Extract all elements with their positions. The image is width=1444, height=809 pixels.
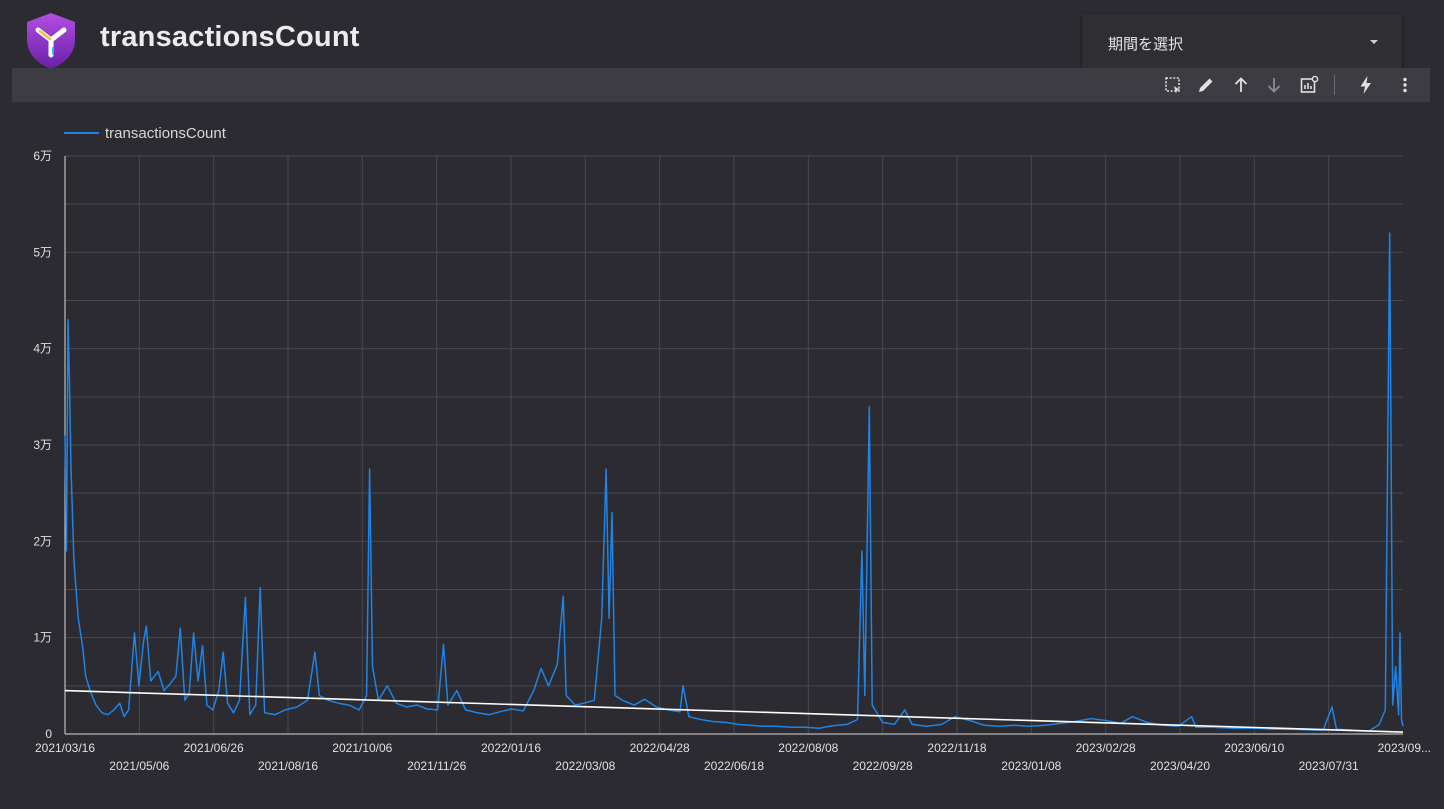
y-tick-label: 4万 bbox=[33, 342, 52, 356]
edit-icon[interactable] bbox=[1194, 73, 1218, 97]
x-axis-ticks: 2021/03/16 2021/05/06 2021/06/26 2021/08/16… bbox=[35, 741, 1431, 773]
period-selector-label: 期間を選択 bbox=[1108, 36, 1184, 53]
x-tick-label: 2023/01/08 bbox=[1001, 759, 1061, 773]
more-vert-icon[interactable] bbox=[1393, 73, 1417, 97]
chart-legend: transactionsCount bbox=[64, 125, 227, 142]
y-axis-ticks: 0 1万 2万 3万 4万 5万 6万 bbox=[33, 149, 52, 741]
x-tick-label: 2022/04/28 bbox=[630, 741, 690, 755]
page-title: transactionsCount bbox=[100, 21, 360, 53]
x-tick-label: 2021/03/16 bbox=[35, 741, 95, 755]
y-tick-label: 6万 bbox=[33, 149, 52, 163]
y-tick-label: 3万 bbox=[33, 438, 52, 452]
x-tick-label: 2021/10/06 bbox=[332, 741, 392, 755]
x-tick-label: 2022/01/16 bbox=[481, 741, 541, 755]
toolbar-divider bbox=[1334, 75, 1335, 95]
x-tick-label: 2023/07/31 bbox=[1299, 759, 1359, 773]
y-tick-label: 5万 bbox=[33, 245, 52, 259]
y-tick-label: 2万 bbox=[33, 534, 52, 548]
x-tick-label: 2022/06/18 bbox=[704, 759, 764, 773]
y-tick-label: 0 bbox=[45, 727, 52, 741]
y-tick-label: 1万 bbox=[33, 631, 52, 645]
app-logo-icon bbox=[27, 13, 75, 69]
select-area-icon[interactable] bbox=[1161, 73, 1185, 97]
x-tick-label: 2022/08/08 bbox=[778, 741, 838, 755]
line-chart: transactionsCount 0 1万 2万 3万 4万 5万 6万 2021/03/… bbox=[33, 125, 1431, 773]
x-tick-label: 2021/05/06 bbox=[109, 759, 169, 773]
sort-descending-icon[interactable] bbox=[1262, 73, 1286, 97]
report-header: transactionsCount 期間を選択 bbox=[0, 0, 1444, 70]
x-tick-label: 2022/11/18 bbox=[927, 741, 986, 755]
period-selector-dropdown[interactable]: 期間を選択 bbox=[1082, 14, 1402, 70]
x-tick-label: 2023/04/20 bbox=[1150, 759, 1210, 773]
x-tick-label: 2021/11/26 bbox=[407, 759, 466, 773]
chevron-down-icon bbox=[1370, 40, 1378, 44]
x-tick-label: 2023/02/28 bbox=[1076, 741, 1136, 755]
x-tick-label: 2023/06/10 bbox=[1224, 741, 1284, 755]
chart-toolbar bbox=[12, 68, 1430, 102]
lightning-icon[interactable] bbox=[1354, 73, 1378, 97]
sort-ascending-icon[interactable] bbox=[1229, 73, 1253, 97]
x-tick-label: 2023/09... bbox=[1378, 741, 1431, 755]
legend-label-transactionsCount: transactionsCount bbox=[105, 125, 227, 142]
x-tick-label: 2022/09/28 bbox=[853, 759, 913, 773]
x-tick-label: 2021/06/26 bbox=[184, 741, 244, 755]
chart-settings-icon[interactable] bbox=[1297, 73, 1321, 97]
chart-grid bbox=[64, 155, 1403, 735]
x-tick-label: 2021/08/16 bbox=[258, 759, 318, 773]
x-tick-label: 2022/03/08 bbox=[555, 759, 615, 773]
